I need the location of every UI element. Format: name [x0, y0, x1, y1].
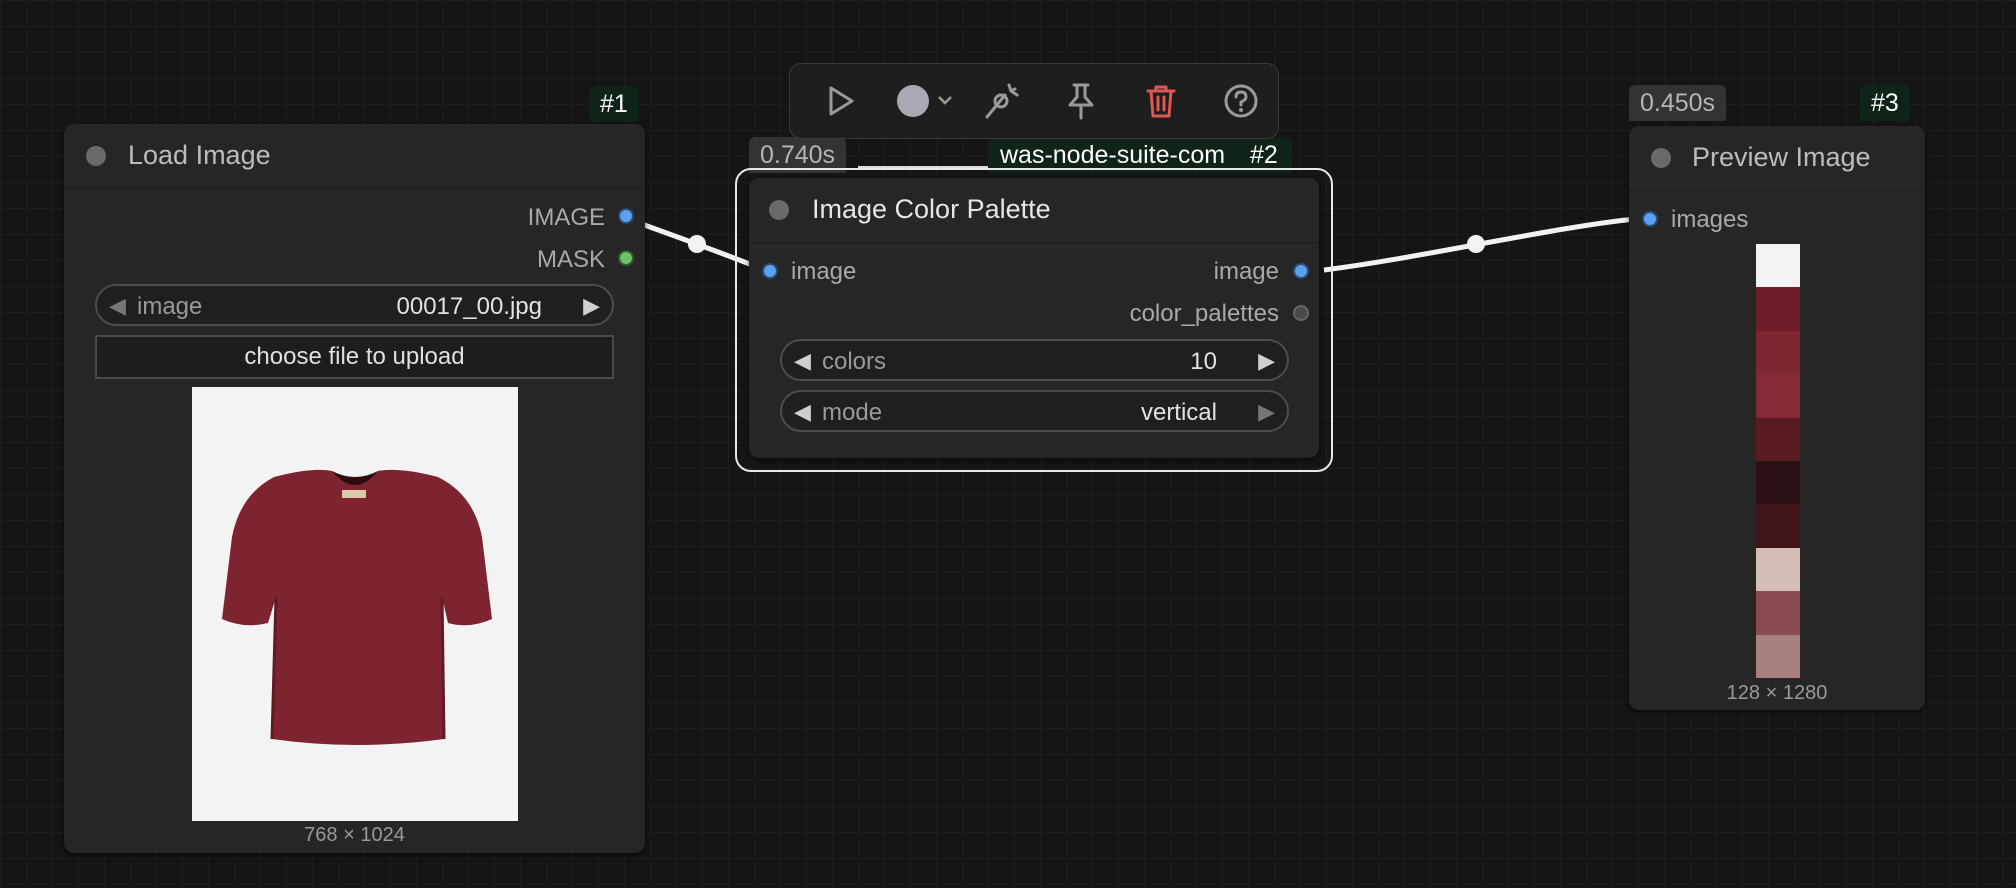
input-label-images: images — [1671, 206, 1749, 233]
pin-icon — [1068, 83, 1094, 120]
colors-widget-name: colors — [822, 348, 887, 375]
image-prev-arrow-icon[interactable]: ◀ — [109, 293, 126, 319]
image-widget-name: image — [137, 293, 203, 320]
mode-widget-value: vertical — [1140, 399, 1217, 426]
output-slot-color-palettes[interactable] — [1293, 305, 1309, 321]
palette-swatch — [1756, 547, 1800, 592]
mode-next-arrow-icon[interactable]: ▶ — [1258, 399, 1275, 425]
palette-swatch — [1756, 460, 1800, 505]
pin-button[interactable] — [1059, 79, 1103, 123]
palette-swatch — [1756, 417, 1800, 461]
preview-image-node[interactable]: Preview Image images 128 × 1280 — [1629, 126, 1925, 710]
mode-widget-name: mode — [822, 399, 883, 426]
mode-prev-arrow-icon[interactable]: ◀ — [794, 399, 811, 425]
run-button[interactable] — [819, 79, 863, 123]
image-combo-widget[interactable]: ◀ image 00017_00.jpg ▶ — [95, 284, 614, 326]
input-slot-images[interactable] — [1642, 211, 1658, 227]
selection-toolbox — [789, 63, 1279, 139]
input-label-image: image — [791, 258, 857, 285]
palette-swatch — [1756, 330, 1800, 375]
color-picker-button[interactable] — [891, 79, 961, 123]
node3-collapse-dot[interactable] — [1651, 148, 1671, 168]
color-circle-icon — [897, 85, 952, 117]
help-button[interactable] — [1219, 79, 1263, 123]
loaded-image-preview — [192, 387, 518, 821]
delete-button[interactable] — [1139, 79, 1183, 123]
play-icon — [829, 86, 854, 116]
node1-id-badge: #1 — [589, 86, 639, 122]
input-slot-image[interactable] — [762, 263, 778, 279]
node3-header[interactable]: Preview Image — [1629, 126, 1925, 191]
bypass-wand-icon — [985, 83, 1019, 119]
palette-swatch — [1756, 591, 1800, 635]
output-label-image: IMAGE — [527, 204, 605, 231]
upload-button[interactable]: choose file to upload — [95, 335, 614, 379]
image-color-palette-node[interactable]: Image Color Palette image image color_pa… — [749, 178, 1319, 458]
image-next-arrow-icon[interactable]: ▶ — [583, 293, 600, 319]
mode-combo-widget[interactable]: ◀ mode vertical ▶ — [780, 390, 1289, 432]
colors-widget-value: 10 — [1190, 348, 1217, 375]
output-slot-image[interactable] — [1293, 263, 1309, 279]
node3-time-badge: 0.450s — [1629, 85, 1727, 121]
trash-icon — [1146, 85, 1176, 118]
node3-image-size: 128 × 1280 — [1726, 682, 1828, 704]
output-label-mask: MASK — [536, 246, 605, 273]
colors-increment-icon[interactable]: ▶ — [1258, 348, 1275, 374]
palette-swatch — [1756, 244, 1800, 288]
chevron-down-icon — [938, 96, 952, 105]
output-label-image: image — [1213, 258, 1279, 285]
node1-title: Load Image — [128, 140, 271, 170]
output-slot-image[interactable] — [618, 208, 634, 224]
node1-header[interactable]: Load Image — [64, 124, 645, 189]
output-slot-mask[interactable] — [618, 250, 634, 266]
load-image-node[interactable]: Load Image IMAGE MASK ◀ image 00017_00.j… — [64, 124, 645, 853]
link-midpoint-1 — [688, 235, 706, 253]
link-midpoint-2 — [1467, 235, 1485, 253]
palette-swatch — [1756, 634, 1800, 678]
node3-id-badge: #3 — [1860, 85, 1910, 121]
colors-number-widget[interactable]: ◀ colors 10 ▶ — [780, 339, 1289, 381]
node3-title: Preview Image — [1692, 142, 1871, 172]
palette-swatch — [1756, 287, 1800, 331]
help-icon — [1224, 84, 1258, 118]
node2-header[interactable]: Image Color Palette — [749, 178, 1319, 243]
node1-collapse-dot[interactable] — [86, 146, 106, 166]
output-label-color-palettes: color_palettes — [1129, 300, 1279, 327]
node2-title: Image Color Palette — [812, 194, 1051, 224]
node1-image-size: 768 × 1024 — [304, 824, 405, 846]
node2-collapse-dot[interactable] — [769, 200, 789, 220]
palette-swatch — [1756, 374, 1800, 418]
colors-decrement-icon[interactable]: ◀ — [794, 348, 811, 374]
bypass-button[interactable] — [979, 79, 1023, 123]
red-tshirt-image — [222, 469, 492, 745]
image-widget-value: 00017_00.jpg — [396, 293, 542, 320]
palette-preview-image — [1756, 244, 1800, 678]
palette-swatch — [1756, 504, 1800, 548]
